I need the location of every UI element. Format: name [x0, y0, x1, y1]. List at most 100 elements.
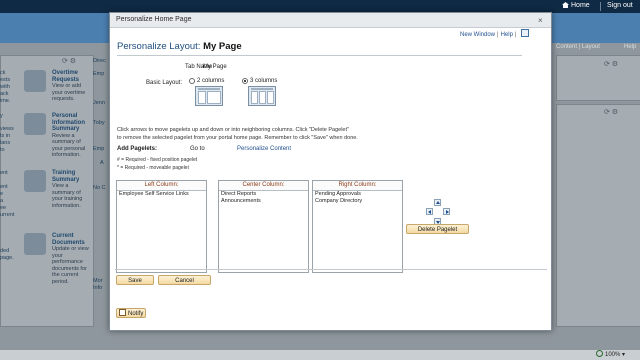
left-fragment: ent	[0, 170, 8, 176]
tile-personal-info[interactable]: Personal Information Summary Review a su…	[52, 113, 92, 159]
modal-titlebar[interactable]: Personalize Home Page ×	[110, 13, 551, 28]
tile-current-documents[interactable]: Current Documents Update or view your pe…	[52, 233, 92, 285]
left-fragment: ests	[0, 77, 11, 83]
left-fragment: ee	[0, 205, 7, 211]
pagelet-controls-icon[interactable]: ⟳ ⚙	[62, 57, 76, 65]
left-fragment: ts in	[0, 133, 11, 139]
side-fragment: No C	[93, 185, 106, 191]
side-fragment: Jenn	[93, 100, 105, 106]
help-link[interactable]: Help	[501, 32, 513, 38]
side-fragment: Direc	[93, 58, 106, 64]
heading-divider	[117, 55, 522, 56]
notify-button[interactable]: Notify	[116, 308, 146, 318]
portal-sub-links: Content | Layout Help	[556, 44, 636, 50]
layout-3-columns-radio[interactable]	[242, 78, 248, 84]
tile-title: Personal Information Summary	[52, 113, 85, 132]
documents-icon	[24, 233, 46, 255]
left-fragment: with	[0, 84, 10, 90]
move-left-icon[interactable]	[426, 208, 433, 215]
personal-info-icon	[24, 113, 46, 135]
spreadsheet-icon[interactable]	[521, 29, 530, 37]
pagelet-legend: # = Required - fixed position pagelet * …	[117, 156, 197, 172]
basic-layout-label: Basic Layout:	[146, 80, 183, 86]
link-separator: |	[514, 32, 517, 38]
pagelet-controls-icon[interactable]: ⟳ ⚙	[604, 60, 618, 68]
training-icon	[24, 170, 46, 192]
layout-2-columns-thumbnail[interactable]	[195, 86, 223, 106]
left-fragment: e	[0, 191, 4, 197]
tile-overtime[interactable]: Overtime Requests View or add your overt…	[52, 70, 92, 103]
home-link[interactable]: Home	[562, 2, 590, 9]
content-layout-link[interactable]: Content | Layout	[556, 44, 600, 50]
legend-moveable: * = Required - moveable pagelet	[117, 165, 189, 171]
sign-out-link[interactable]: Sign out	[607, 2, 633, 9]
tile-desc: Update or view your performance document…	[52, 246, 89, 285]
column-header: Left Column:	[117, 181, 206, 191]
globe-icon	[596, 350, 603, 357]
new-window-link[interactable]: New Window	[460, 32, 495, 38]
personalize-modal: Personalize Home Page × New Window | Help |…	[109, 12, 552, 331]
layout-2-columns-label[interactable]: 2 columns	[197, 78, 224, 84]
side-fragment: Emp	[93, 71, 105, 77]
left-fragment: y	[0, 113, 3, 119]
delete-pagelet-button[interactable]: Delete Pagelet	[406, 224, 469, 234]
left-fragment: ent	[0, 184, 8, 190]
add-pagelets-label: Add Pagelets:	[117, 146, 158, 152]
tile-title: Training Summary	[52, 170, 80, 183]
cancel-button[interactable]: Cancel	[158, 275, 211, 285]
left-fragment: ack	[0, 91, 9, 97]
go-to-label: Go to	[190, 146, 205, 152]
portal-pagelet-right-top	[556, 55, 640, 101]
home-label: Home	[571, 2, 590, 9]
left-fragment: lans	[0, 140, 11, 146]
heading-prefix: Personalize Layout:	[117, 41, 201, 52]
pagelet-item[interactable]: Company Directory	[313, 198, 402, 205]
tile-desc: Review a summary of your personal inform…	[52, 132, 86, 159]
side-fragment: Emp	[93, 146, 105, 152]
column-header: Right Column:	[313, 181, 402, 191]
layout-2-columns-radio[interactable]	[189, 78, 195, 84]
close-icon[interactable]: ×	[538, 16, 543, 25]
notify-icon	[119, 309, 126, 316]
layout-3-columns-thumbnail[interactable]	[248, 86, 276, 106]
tile-desc: View a summary of your training informat…	[52, 183, 83, 209]
tile-title: Overtime Requests	[52, 70, 80, 83]
page-heading: Personalize Layout: My Page	[117, 41, 242, 52]
tile-title: Current Documents	[52, 233, 85, 246]
browser-status-bar	[0, 350, 640, 360]
tab-name-value: My Page	[203, 64, 227, 70]
save-button[interactable]: Save	[116, 275, 154, 285]
modal-title: Personalize Home Page	[116, 16, 192, 23]
home-icon	[562, 2, 569, 8]
footer-divider	[115, 269, 547, 270]
side-fragment: A	[100, 160, 104, 166]
layout-3-columns-label[interactable]: 3 columns	[250, 78, 277, 84]
left-fragment: a	[0, 198, 4, 204]
move-right-icon[interactable]	[443, 208, 450, 215]
portal-pagelet-right-bottom	[556, 104, 640, 327]
column-header: Center Column:	[219, 181, 308, 191]
move-up-icon[interactable]	[434, 199, 441, 206]
tile-training[interactable]: Training Summary View a summary of your …	[52, 170, 92, 209]
personalize-content-link[interactable]: Personalize Content	[237, 146, 291, 152]
pagelet-item[interactable]: Announcements	[219, 198, 308, 205]
instructions-line-1: Click arrows to move pagelets up and dow…	[117, 127, 349, 133]
left-fragment: ime.	[0, 98, 11, 104]
left-fragment: ded	[0, 248, 10, 254]
center-column-list[interactable]: Center Column: Direct Reports Announceme…	[218, 180, 309, 273]
zoom-control[interactable]: 100% ▾	[596, 350, 625, 358]
notify-label: Notify	[128, 311, 144, 317]
modal-top-links: New Window | Help |	[460, 29, 530, 38]
left-fragment: to	[0, 147, 5, 153]
side-fragment: Toby	[93, 120, 105, 126]
left-fragment: page.	[0, 255, 14, 261]
instructions: Click arrows to move pagelets up and dow…	[117, 126, 358, 142]
pagelet-item[interactable]: Employee Self Service Links	[117, 191, 206, 198]
pagelet-controls-icon[interactable]: ⟳ ⚙	[604, 108, 618, 116]
tile-desc: View or add your overtime requests.	[52, 83, 86, 102]
right-column-list[interactable]: Right Column: Pending Approvals Company …	[312, 180, 403, 273]
side-fragment: Info	[93, 285, 103, 291]
left-column-list[interactable]: Left Column: Employee Self Service Links	[116, 180, 207, 273]
link-separator: |	[497, 32, 499, 38]
portal-help-link[interactable]: Help	[624, 44, 636, 50]
